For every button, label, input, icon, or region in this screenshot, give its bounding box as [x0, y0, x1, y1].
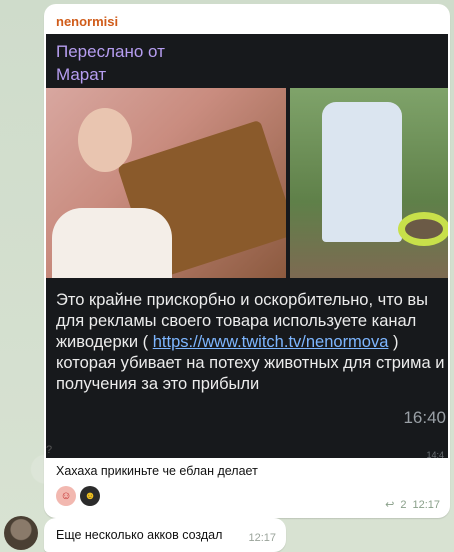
monkey-reaction-icon[interactable]: ☻: [80, 486, 100, 506]
forwarded-caption: Это крайне прискорбно и оскорбительно, ч…: [56, 290, 446, 395]
photo-tire: [398, 212, 448, 246]
clown-reaction-icon[interactable]: ☺: [56, 486, 76, 506]
photo-shirt: [52, 208, 172, 278]
message-time: 12:17: [412, 498, 440, 511]
forwarded-screenshot-image[interactable]: Переслано от Марат Это крайне прискорбно…: [46, 34, 448, 458]
message-text: Хахаха прикиньте че еблан делает: [56, 464, 258, 478]
sender-name[interactable]: nenormisi: [56, 14, 118, 29]
forwarded-timestamp: 16:40: [403, 408, 446, 427]
reply-count[interactable]: 2: [400, 499, 406, 511]
photo-face: [78, 108, 132, 172]
forwarded-timestamp-small: 14:4: [426, 450, 444, 458]
message-meta: ↩ 2 12:17: [385, 498, 440, 512]
message-2-time: 12:17: [248, 532, 276, 544]
reply-icon[interactable]: ↩: [385, 498, 394, 511]
message-2-text: Еще несколько акков создал: [56, 528, 223, 542]
photo-person-yard: [290, 88, 448, 278]
avatar[interactable]: [4, 516, 38, 550]
photo-girl-with-board: [46, 88, 286, 278]
caption-link: https://www.twitch.tv/nenormova: [152, 333, 389, 351]
photo-tshirt: [322, 102, 402, 242]
message-bubble[interactable]: nenormisi Переслано от Марат Это крайне …: [44, 4, 450, 518]
message-bubble-2[interactable]: Еще несколько акков создал 12:17: [44, 518, 286, 552]
stray-character: ?: [46, 444, 53, 456]
forwarded-from-label: Переслано от Марат: [56, 42, 165, 84]
reactions-bar: ☺ ☻: [56, 486, 100, 506]
